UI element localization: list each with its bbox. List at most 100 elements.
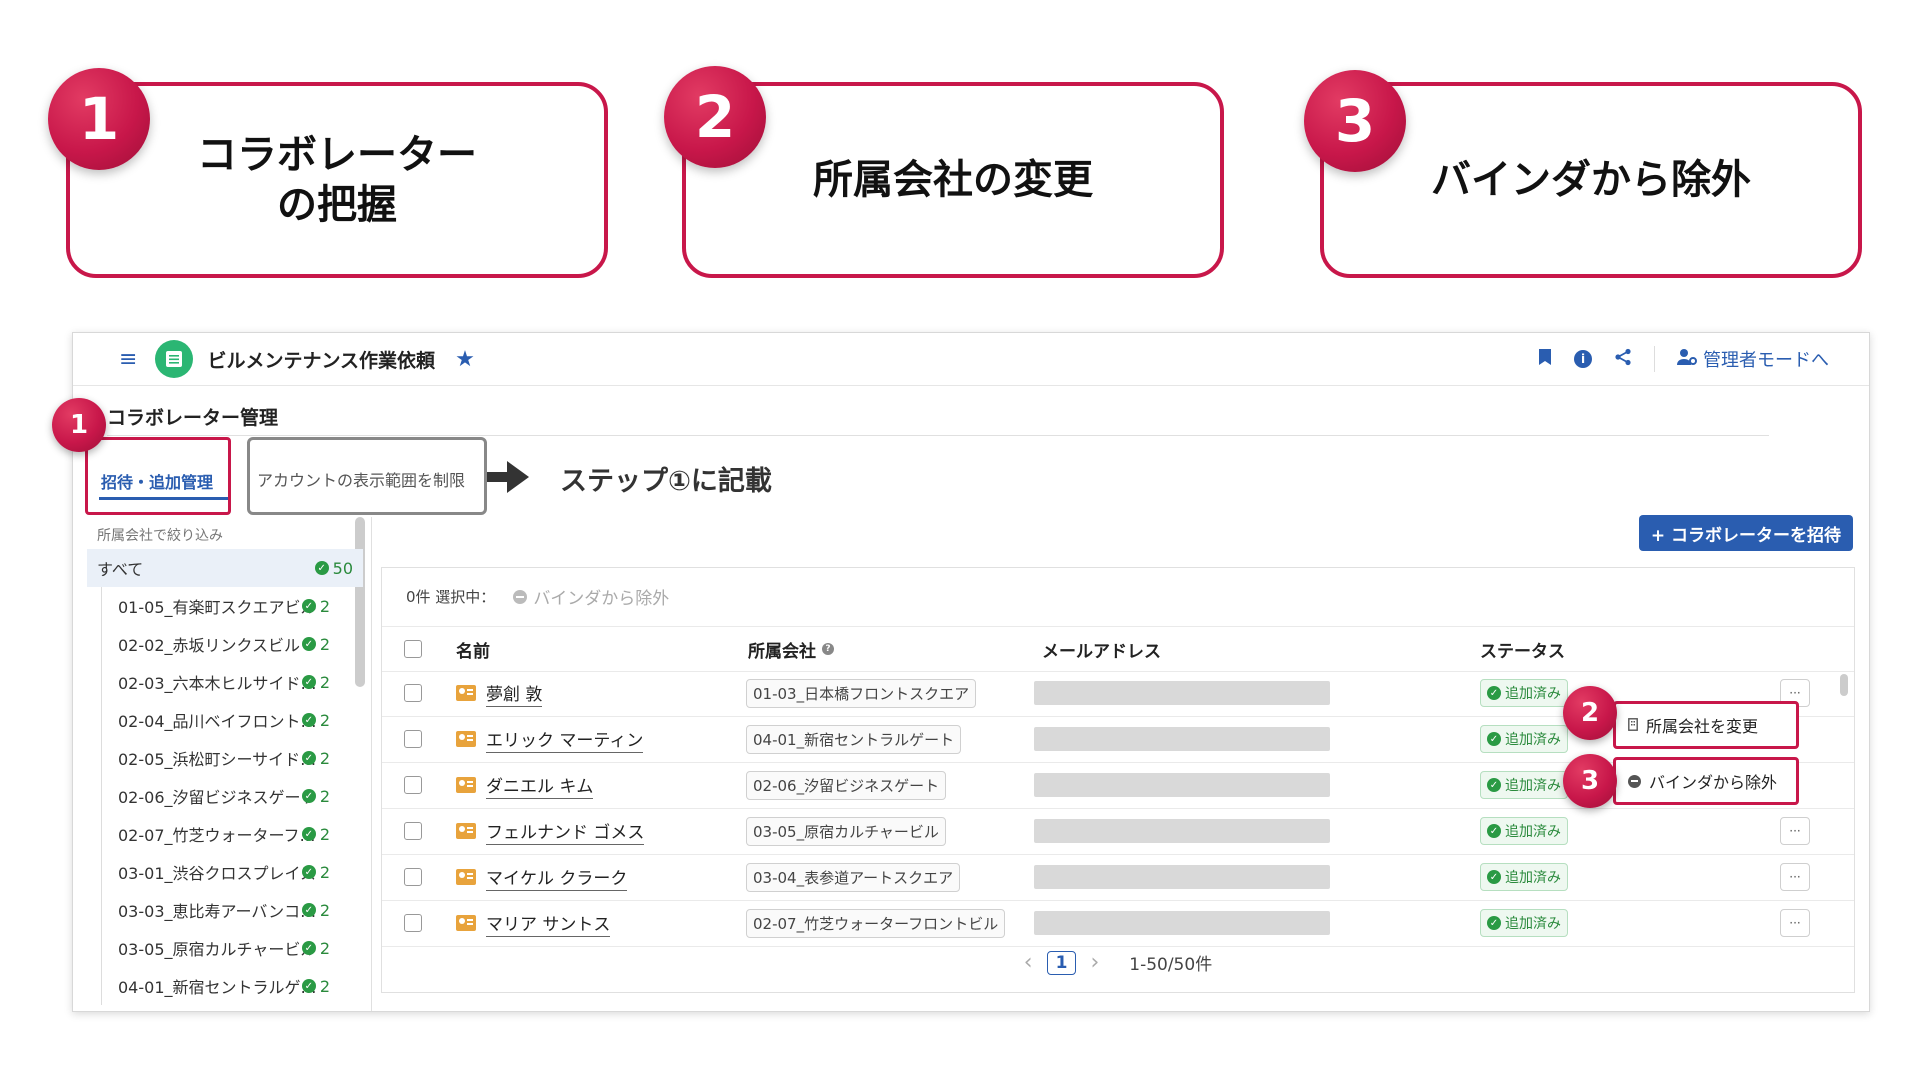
company-filter-label: 所属会社で絞り込み <box>97 528 223 544</box>
prev-page-icon[interactable]: ‹ <box>1024 950 1033 975</box>
contact-card-icon <box>456 777 476 793</box>
row-name[interactable]: フェルナンド ゴメス <box>486 818 645 845</box>
contact-card-icon <box>456 685 476 701</box>
filter-item-count: ✓ 2 <box>301 939 330 958</box>
hamburger-icon[interactable]: ≡ <box>119 347 137 372</box>
filter-item-all[interactable]: すべて ✓ 50 <box>87 549 363 587</box>
page-number-button[interactable]: 1 <box>1046 950 1077 975</box>
selection-count: 0件 選択中： <box>406 588 496 606</box>
selection-bar: 0件 選択中： バインダから除外 <box>406 584 669 609</box>
contact-card-icon <box>456 731 476 747</box>
check-circle-icon: ✓ <box>301 713 316 727</box>
row-email-redacted <box>1034 773 1330 797</box>
table-row[interactable]: マイケル クラーク 03-04_表参道アートスクエア ✓ 追加済み ··· <box>382 854 1854 901</box>
row-checkbox[interactable] <box>404 914 422 932</box>
remove-bulk-label: バインダから除外 <box>533 589 670 609</box>
app-title: ビルメンテナンス作業依頼 <box>207 349 436 372</box>
building-icon <box>1628 716 1638 735</box>
step-2-badge: 2 <box>664 66 766 168</box>
menu-change-company[interactable]: 所属会社を変更 <box>1613 701 1799 749</box>
filter-item-count: ✓ 2 <box>301 710 330 730</box>
step-1-title-line2: の把握 <box>277 182 397 228</box>
remove-from-binder-bulk[interactable]: バインダから除外 <box>513 584 669 609</box>
row-name[interactable]: ダニエル キム <box>486 772 594 799</box>
company-filter-list: すべて ✓ 50 01-05_有楽町スクエアビル ✓ 2 02-02_赤坂リンクスビル… <box>87 549 367 1011</box>
star-icon[interactable]: ★ <box>455 347 475 372</box>
row-email-redacted <box>1034 819 1330 843</box>
column-header-status[interactable]: ステータス <box>1480 637 1565 662</box>
filter-item[interactable]: 02-07_竹芝ウォーターフ… ✓ 2 <box>102 815 354 853</box>
row-checkbox[interactable] <box>404 868 422 886</box>
filter-item-count: ✓ 2 <box>301 597 330 616</box>
invite-button-label: + コラボレーターを招待 <box>1650 525 1841 546</box>
row-more-button[interactable]: ··· <box>1780 863 1810 891</box>
row-name[interactable]: マイケル クラーク <box>486 864 628 891</box>
next-page-icon[interactable]: › <box>1090 950 1099 975</box>
admin-mode-link[interactable]: 管理者モードへ <box>1677 346 1829 372</box>
row-checkbox[interactable] <box>404 776 422 794</box>
count-value: 2 <box>319 976 330 996</box>
check-circle-icon: ✓ <box>1487 732 1501 746</box>
check-circle-icon: ✓ <box>1487 870 1501 884</box>
filter-item-label: 02-05_浜松町シーサイド… <box>118 750 317 769</box>
count-value: 2 <box>319 786 330 806</box>
select-all-checkbox[interactable] <box>404 640 422 658</box>
column-header-name[interactable]: 名前 <box>456 637 490 662</box>
filter-item-label: 02-07_竹芝ウォーターフ… <box>118 826 316 845</box>
table-row[interactable]: マリア サントス 02-07_竹芝ウォーターフロントビル ✓ 追加済み ··· <box>382 900 1854 947</box>
check-circle-icon: ✓ <box>1487 916 1501 930</box>
row-name-cell: 夢創 敦 <box>456 680 543 707</box>
table-scrollbar[interactable] <box>1840 674 1848 696</box>
row-email-redacted <box>1034 727 1330 751</box>
check-circle-icon: ✓ <box>301 789 316 803</box>
annotation-badge-3: 3 <box>1563 754 1617 808</box>
filter-item[interactable]: 02-03_六本木ヒルサイド… ✓ 2 <box>102 663 354 701</box>
filter-item-count: ✓ 2 <box>301 749 330 768</box>
share-icon[interactable] <box>1614 348 1632 370</box>
menu-remove-label: バインダから除外 <box>1649 773 1778 792</box>
row-name-cell: エリック マーティン <box>456 726 644 753</box>
column-header-company[interactable]: 所属会社 ? <box>748 637 834 662</box>
row-name[interactable]: 夢創 敦 <box>486 680 543 707</box>
highlight-tab-restrict <box>247 437 487 515</box>
row-checkbox[interactable] <box>404 730 422 748</box>
row-checkbox[interactable] <box>404 684 422 702</box>
row-name[interactable]: マリア サントス <box>486 910 611 937</box>
row-more-button[interactable]: ··· <box>1780 817 1810 845</box>
filter-item[interactable]: 02-04_品川ベイフロント… ✓ 2 <box>102 701 354 739</box>
row-status-label: 追加済み <box>1505 732 1561 748</box>
filter-item-label: 03-05_原宿カルチャービル <box>118 940 317 959</box>
table-row[interactable]: フェルナンド ゴメス 03-05_原宿カルチャービル ✓ 追加済み ··· <box>382 808 1854 855</box>
filter-item[interactable]: 03-05_原宿カルチャービル ✓ 2 <box>102 929 354 967</box>
row-more-button[interactable]: ··· <box>1780 909 1810 937</box>
row-checkbox[interactable] <box>404 822 422 840</box>
user-gear-icon <box>1677 348 1697 371</box>
filter-item[interactable]: 03-01_渋谷クロスプレイス ✓ 2 <box>102 853 354 891</box>
filter-item[interactable]: 02-02_赤坂リンクスビル ✓ 2 <box>102 625 354 663</box>
count-value: 2 <box>319 634 330 654</box>
filter-item[interactable]: 02-05_浜松町シーサイド… ✓ 2 <box>102 739 354 777</box>
list-icon <box>155 340 194 378</box>
row-name[interactable]: エリック マーティン <box>486 726 644 753</box>
contact-card-icon <box>456 915 476 931</box>
menu-remove-from-binder[interactable]: バインダから除外 <box>1613 757 1799 805</box>
step-3-badge: 3 <box>1304 70 1406 172</box>
step-note: ステップ①に記載 <box>560 466 772 497</box>
row-company: 02-07_竹芝ウォーターフロントビル <box>746 908 1006 938</box>
count-value: 2 <box>319 672 330 692</box>
invite-collaborator-button[interactable]: + コラボレーターを招待 <box>1638 515 1853 551</box>
filter-item[interactable]: 04-01_新宿セントラルゲ… ✓ 2 <box>102 967 354 1005</box>
filter-item[interactable]: 03-03_恵比寿アーバンコ… ✓ 2 <box>102 891 354 929</box>
column-header-email[interactable]: メールアドレス <box>1042 637 1161 662</box>
help-icon[interactable]: ? <box>822 643 834 655</box>
step-1-badge: 1 <box>48 68 150 170</box>
count-value: 2 <box>319 824 330 844</box>
count-value: 2 <box>319 710 330 730</box>
filter-item[interactable]: 02-06_汐留ビジネスゲート ✓ 2 <box>102 777 354 815</box>
filter-item[interactable]: 01-05_有楽町スクエアビル ✓ 2 <box>102 587 354 625</box>
filter-item-label: すべて <box>97 560 144 579</box>
row-company: 04-01_新宿セントラルゲート <box>746 724 962 754</box>
bookmark-icon[interactable] <box>1538 348 1552 370</box>
pagination: ‹ 1 › 1-50/50件 <box>382 950 1854 975</box>
info-icon[interactable]: i <box>1574 350 1592 368</box>
